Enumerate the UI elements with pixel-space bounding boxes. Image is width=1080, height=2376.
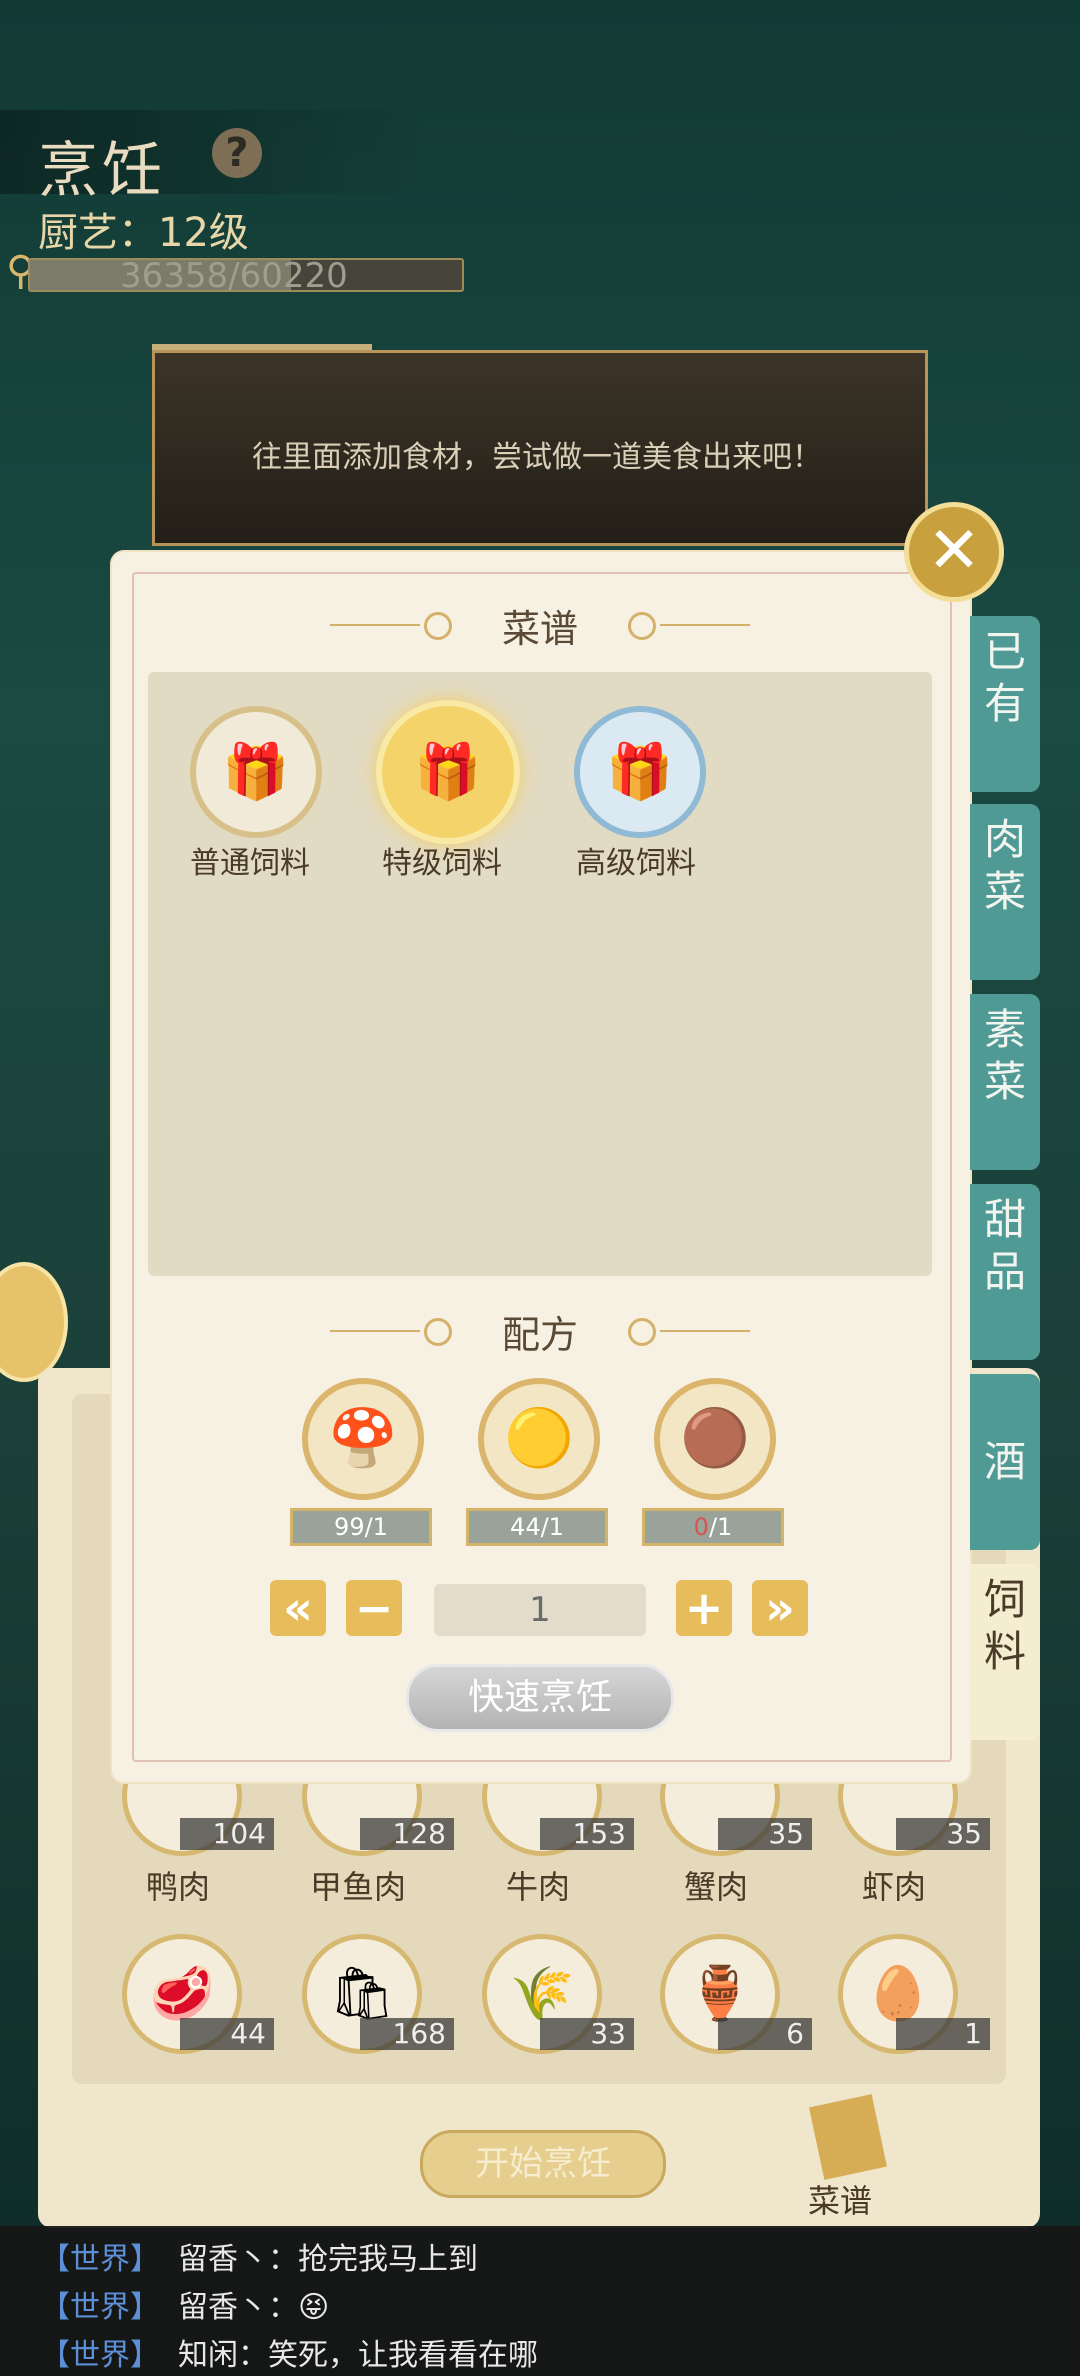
feed-bag-icon[interactable]: 🎁 xyxy=(190,706,322,838)
decrease-quantity-button[interactable]: − xyxy=(346,1580,402,1636)
ingredient-qty: 0/1 xyxy=(642,1508,784,1546)
tab-feed[interactable]: 饲料 xyxy=(970,1564,1040,1740)
ingredient-label: 牛肉 xyxy=(505,1868,570,1906)
ingredient-count: 35 xyxy=(718,1818,812,1850)
chat-emote-button[interactable] xyxy=(0,1262,68,1382)
tab-owned[interactable]: 已有 xyxy=(970,616,1040,792)
chat-message: 留香丶：抢完我马上到 xyxy=(178,2242,478,2277)
ingredient-count: 168 xyxy=(360,2018,454,2050)
skill-level: 厨艺：12级 xyxy=(38,210,249,256)
recipe-label: 高级饲料 xyxy=(576,846,696,881)
page-title: 烹饪 xyxy=(38,136,166,206)
ingredient-count: 153 xyxy=(540,1818,634,1850)
ingredient-label: 蟹肉 xyxy=(683,1868,748,1906)
ingredient-count: 33 xyxy=(540,2018,634,2050)
chat-channel: 【世界】 xyxy=(40,2290,160,2325)
decor-line xyxy=(330,624,420,626)
tab-meat-dishes[interactable]: 肉菜 xyxy=(970,804,1040,980)
ingredient-label: 鸭肉 xyxy=(145,1868,210,1906)
decor-line xyxy=(330,1330,420,1332)
ingredient-label: 甲鱼肉 xyxy=(309,1868,406,1906)
chat-line: 【世界】 知闲：笑死，让我看看在哪 xyxy=(40,2330,538,2374)
ingredient-count: 128 xyxy=(360,1818,454,1850)
feed-bag-icon[interactable]: 🎁 xyxy=(376,700,520,844)
feed-bag-icon[interactable]: 🎁 xyxy=(574,706,706,838)
help-icon[interactable]: ? xyxy=(212,128,262,178)
quantity-input[interactable]: 1 xyxy=(434,1584,646,1636)
formula-section-title: 配方 xyxy=(501,1313,578,1357)
max-quantity-button[interactable]: » xyxy=(752,1580,808,1636)
recipe-label: 特级饲料 xyxy=(382,846,502,881)
tab-desserts[interactable]: 甜品 xyxy=(970,1184,1040,1360)
min-quantity-button[interactable]: « xyxy=(270,1580,326,1636)
chat-line: 【世界】 留香丶：抢完我马上到 xyxy=(40,2234,478,2278)
ingredient-qty: 99/1 xyxy=(290,1508,432,1546)
decor-line xyxy=(660,624,750,626)
chat-channel: 【世界】 xyxy=(40,2242,160,2277)
decor-knot xyxy=(628,612,656,640)
tab-vegetable-dishes[interactable]: 素菜 xyxy=(970,994,1040,1170)
recipe-section-title: 菜谱 xyxy=(501,607,578,651)
start-cooking-button[interactable]: 开始烹饪 xyxy=(420,2130,666,2198)
ingredient-count: 1 xyxy=(896,2018,990,2050)
taro-icon[interactable]: 🟤 xyxy=(654,1378,776,1500)
durian-icon[interactable]: 🟡 xyxy=(478,1378,600,1500)
tab-wine[interactable]: 酒 xyxy=(970,1374,1040,1550)
close-icon[interactable]: ✕ xyxy=(904,502,1004,602)
ingredient-count: 35 xyxy=(896,1818,990,1850)
increase-quantity-button[interactable]: + xyxy=(676,1580,732,1636)
recipe-book-label[interactable]: 菜谱 xyxy=(808,2176,872,2222)
recipe-label: 普通饲料 xyxy=(190,846,310,881)
ingredient-label: 虾肉 xyxy=(861,1868,926,1906)
ingredient-count: 44 xyxy=(180,2018,274,2050)
mushroom-icon[interactable]: 🍄 xyxy=(302,1378,424,1500)
xp-text: 36358/60220 xyxy=(120,256,348,296)
quick-cook-button[interactable]: 快速烹饪 xyxy=(406,1664,674,1732)
chat-message: 留香丶：😝 xyxy=(178,2290,330,2325)
decor-line xyxy=(660,1330,750,1332)
chat-message: 知闲：笑死，让我看看在哪 xyxy=(178,2338,538,2373)
chat-line: 【世界】 留香丶：😝 xyxy=(40,2282,329,2326)
hint-text: 往里面添加食材，尝试做一道美食出来吧！ xyxy=(252,440,822,475)
chat-channel: 【世界】 xyxy=(40,2338,160,2373)
decor-knot xyxy=(628,1318,656,1346)
ingredient-count: 6 xyxy=(718,2018,812,2050)
ingredient-qty: 44/1 xyxy=(466,1508,608,1546)
ingredient-count: 104 xyxy=(180,1818,274,1850)
